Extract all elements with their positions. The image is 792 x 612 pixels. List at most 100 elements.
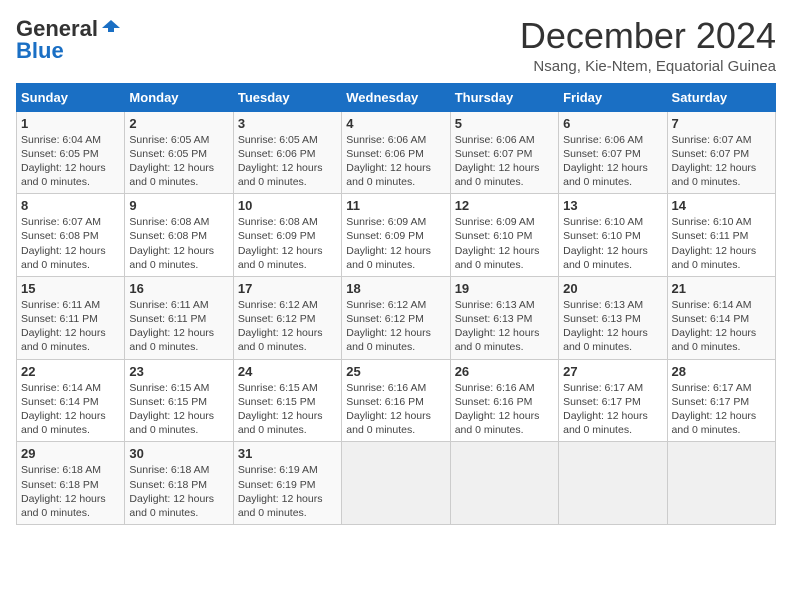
table-row: 4 Sunrise: 6:06 AMSunset: 6:06 PMDayligh… (342, 111, 450, 194)
month-title: December 2024 (520, 16, 776, 56)
day-number: 23 (129, 364, 228, 379)
table-row (667, 442, 775, 525)
table-row: 7 Sunrise: 6:07 AMSunset: 6:07 PMDayligh… (667, 111, 775, 194)
day-number: 27 (563, 364, 662, 379)
day-info: Sunrise: 6:04 AMSunset: 6:05 PMDaylight:… (21, 133, 120, 190)
col-sunday: Sunday (17, 83, 125, 111)
day-number: 6 (563, 116, 662, 131)
day-number: 19 (455, 281, 554, 296)
day-info: Sunrise: 6:18 AMSunset: 6:18 PMDaylight:… (21, 463, 120, 520)
logo-blue: Blue (16, 38, 64, 64)
col-thursday: Thursday (450, 83, 558, 111)
day-info: Sunrise: 6:08 AMSunset: 6:09 PMDaylight:… (238, 215, 337, 272)
table-row: 3 Sunrise: 6:05 AMSunset: 6:06 PMDayligh… (233, 111, 341, 194)
table-row: 29 Sunrise: 6:18 AMSunset: 6:18 PMDaylig… (17, 442, 125, 525)
table-row: 26 Sunrise: 6:16 AMSunset: 6:16 PMDaylig… (450, 359, 558, 442)
day-info: Sunrise: 6:13 AMSunset: 6:13 PMDaylight:… (563, 298, 662, 355)
table-row (559, 442, 667, 525)
day-info: Sunrise: 6:09 AMSunset: 6:09 PMDaylight:… (346, 215, 445, 272)
table-row: 24 Sunrise: 6:15 AMSunset: 6:15 PMDaylig… (233, 359, 341, 442)
day-number: 4 (346, 116, 445, 131)
day-number: 12 (455, 198, 554, 213)
day-info: Sunrise: 6:11 AMSunset: 6:11 PMDaylight:… (21, 298, 120, 355)
day-number: 30 (129, 446, 228, 461)
table-row: 6 Sunrise: 6:06 AMSunset: 6:07 PMDayligh… (559, 111, 667, 194)
table-row: 5 Sunrise: 6:06 AMSunset: 6:07 PMDayligh… (450, 111, 558, 194)
table-row (342, 442, 450, 525)
day-info: Sunrise: 6:17 AMSunset: 6:17 PMDaylight:… (672, 381, 771, 438)
day-number: 15 (21, 281, 120, 296)
table-row: 10 Sunrise: 6:08 AMSunset: 6:09 PMDaylig… (233, 194, 341, 277)
day-info: Sunrise: 6:19 AMSunset: 6:19 PMDaylight:… (238, 463, 337, 520)
day-info: Sunrise: 6:07 AMSunset: 6:07 PMDaylight:… (672, 133, 771, 190)
day-info: Sunrise: 6:16 AMSunset: 6:16 PMDaylight:… (346, 381, 445, 438)
day-info: Sunrise: 6:07 AMSunset: 6:08 PMDaylight:… (21, 215, 120, 272)
day-number: 16 (129, 281, 228, 296)
day-number: 11 (346, 198, 445, 213)
table-row: 1 Sunrise: 6:04 AMSunset: 6:05 PMDayligh… (17, 111, 125, 194)
table-row: 22 Sunrise: 6:14 AMSunset: 6:14 PMDaylig… (17, 359, 125, 442)
calendar-week-row: 22 Sunrise: 6:14 AMSunset: 6:14 PMDaylig… (17, 359, 776, 442)
day-info: Sunrise: 6:15 AMSunset: 6:15 PMDaylight:… (238, 381, 337, 438)
day-info: Sunrise: 6:05 AMSunset: 6:06 PMDaylight:… (238, 133, 337, 190)
calendar-week-row: 15 Sunrise: 6:11 AMSunset: 6:11 PMDaylig… (17, 276, 776, 359)
day-number: 26 (455, 364, 554, 379)
day-number: 17 (238, 281, 337, 296)
table-row: 14 Sunrise: 6:10 AMSunset: 6:11 PMDaylig… (667, 194, 775, 277)
day-number: 10 (238, 198, 337, 213)
day-info: Sunrise: 6:06 AMSunset: 6:06 PMDaylight:… (346, 133, 445, 190)
table-row: 28 Sunrise: 6:17 AMSunset: 6:17 PMDaylig… (667, 359, 775, 442)
day-number: 22 (21, 364, 120, 379)
col-saturday: Saturday (667, 83, 775, 111)
day-info: Sunrise: 6:18 AMSunset: 6:18 PMDaylight:… (129, 463, 228, 520)
day-number: 2 (129, 116, 228, 131)
day-info: Sunrise: 6:09 AMSunset: 6:10 PMDaylight:… (455, 215, 554, 272)
table-row: 25 Sunrise: 6:16 AMSunset: 6:16 PMDaylig… (342, 359, 450, 442)
table-row: 31 Sunrise: 6:19 AMSunset: 6:19 PMDaylig… (233, 442, 341, 525)
col-friday: Friday (559, 83, 667, 111)
day-number: 5 (455, 116, 554, 131)
calendar-header-row: Sunday Monday Tuesday Wednesday Thursday… (17, 83, 776, 111)
day-number: 7 (672, 116, 771, 131)
col-tuesday: Tuesday (233, 83, 341, 111)
table-row: 15 Sunrise: 6:11 AMSunset: 6:11 PMDaylig… (17, 276, 125, 359)
calendar-table: Sunday Monday Tuesday Wednesday Thursday… (16, 83, 776, 525)
table-row: 2 Sunrise: 6:05 AMSunset: 6:05 PMDayligh… (125, 111, 233, 194)
day-number: 18 (346, 281, 445, 296)
table-row: 8 Sunrise: 6:07 AMSunset: 6:08 PMDayligh… (17, 194, 125, 277)
day-number: 14 (672, 198, 771, 213)
calendar-week-row: 29 Sunrise: 6:18 AMSunset: 6:18 PMDaylig… (17, 442, 776, 525)
table-row: 12 Sunrise: 6:09 AMSunset: 6:10 PMDaylig… (450, 194, 558, 277)
calendar-week-row: 1 Sunrise: 6:04 AMSunset: 6:05 PMDayligh… (17, 111, 776, 194)
day-info: Sunrise: 6:05 AMSunset: 6:05 PMDaylight:… (129, 133, 228, 190)
col-monday: Monday (125, 83, 233, 111)
day-number: 8 (21, 198, 120, 213)
day-info: Sunrise: 6:11 AMSunset: 6:11 PMDaylight:… (129, 298, 228, 355)
calendar-week-row: 8 Sunrise: 6:07 AMSunset: 6:08 PMDayligh… (17, 194, 776, 277)
table-row: 16 Sunrise: 6:11 AMSunset: 6:11 PMDaylig… (125, 276, 233, 359)
table-row (450, 442, 558, 525)
day-number: 3 (238, 116, 337, 131)
day-info: Sunrise: 6:17 AMSunset: 6:17 PMDaylight:… (563, 381, 662, 438)
table-row: 19 Sunrise: 6:13 AMSunset: 6:13 PMDaylig… (450, 276, 558, 359)
location: Nsang, Kie-Ntem, Equatorial Guinea (520, 58, 776, 75)
day-info: Sunrise: 6:08 AMSunset: 6:08 PMDaylight:… (129, 215, 228, 272)
table-row: 13 Sunrise: 6:10 AMSunset: 6:10 PMDaylig… (559, 194, 667, 277)
day-number: 21 (672, 281, 771, 296)
day-number: 9 (129, 198, 228, 213)
day-info: Sunrise: 6:14 AMSunset: 6:14 PMDaylight:… (672, 298, 771, 355)
logo-bird-icon (100, 18, 122, 40)
day-info: Sunrise: 6:06 AMSunset: 6:07 PMDaylight:… (563, 133, 662, 190)
day-number: 25 (346, 364, 445, 379)
table-row: 23 Sunrise: 6:15 AMSunset: 6:15 PMDaylig… (125, 359, 233, 442)
table-row: 9 Sunrise: 6:08 AMSunset: 6:08 PMDayligh… (125, 194, 233, 277)
day-number: 1 (21, 116, 120, 131)
day-info: Sunrise: 6:12 AMSunset: 6:12 PMDaylight:… (346, 298, 445, 355)
day-number: 24 (238, 364, 337, 379)
table-row: 27 Sunrise: 6:17 AMSunset: 6:17 PMDaylig… (559, 359, 667, 442)
day-info: Sunrise: 6:13 AMSunset: 6:13 PMDaylight:… (455, 298, 554, 355)
table-row: 20 Sunrise: 6:13 AMSunset: 6:13 PMDaylig… (559, 276, 667, 359)
title-block: December 2024 Nsang, Kie-Ntem, Equatoria… (520, 16, 776, 75)
page-header: General Blue December 2024 Nsang, Kie-Nt… (16, 16, 776, 75)
day-info: Sunrise: 6:16 AMSunset: 6:16 PMDaylight:… (455, 381, 554, 438)
